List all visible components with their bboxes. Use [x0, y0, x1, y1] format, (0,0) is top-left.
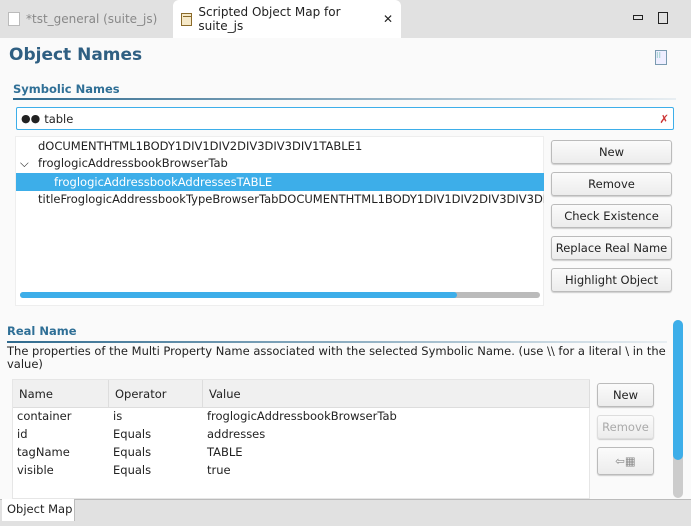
binoculars-icon: ●●	[21, 112, 41, 125]
check-existence-button[interactable]: Check Existence	[551, 204, 672, 228]
tree-item-selected[interactable]: froglogicAddressbookAddressesTABLE	[16, 173, 544, 191]
divider	[13, 98, 676, 100]
picker-icon: ⇦▦	[615, 454, 636, 468]
tab-object-map[interactable]: Scripted Object Map for suite_js ✕	[173, 0, 401, 38]
maximize-button[interactable]	[658, 12, 668, 24]
scrollbar-thumb[interactable]	[20, 292, 457, 298]
minimize-button[interactable]	[633, 15, 643, 20]
tree-item[interactable]: titleFroglogicAddressbookTypeBrowserTabD…	[16, 190, 544, 208]
symbolic-names-heading: Symbolic Names	[13, 82, 120, 96]
vertical-scrollbar[interactable]	[673, 320, 683, 498]
chevron-down-icon[interactable]: ⌵	[20, 154, 38, 172]
table-cell[interactable]: container	[17, 407, 72, 425]
real-name-heading: Real Name	[7, 324, 77, 338]
file-icon	[8, 12, 20, 26]
search-input[interactable]: ●● table ✗	[16, 107, 674, 130]
close-icon[interactable]: ✕	[383, 12, 393, 26]
properties-table: Name Operator Value container is froglogic…	[12, 379, 590, 499]
search-value: table	[44, 111, 74, 126]
symbolic-names-tree: dOCUMENTHTML1BODY1DIV1DIV2DIV3DIV3DIV1TA…	[15, 136, 544, 306]
table-cell[interactable]: addresses	[207, 425, 265, 443]
tab-label: Scripted Object Map for suite_js	[198, 5, 341, 33]
horizontal-scrollbar[interactable]	[20, 292, 540, 298]
highlight-object-button[interactable]: Highlight Object	[551, 268, 672, 292]
table-cell[interactable]: tagName	[17, 443, 70, 461]
new-property-button[interactable]: New	[597, 383, 654, 407]
tab-label: *tst_general (suite_js)	[26, 12, 158, 26]
table-cell[interactable]: Equals	[113, 443, 151, 461]
tree-item-label: froglogicAddressbookBrowserTab	[38, 156, 228, 170]
page-title: Object Names	[9, 45, 143, 65]
table-cell[interactable]: visible	[17, 461, 54, 479]
layout-icon[interactable]: ⁝⁝	[655, 50, 667, 65]
table-cell[interactable]: is	[113, 407, 122, 425]
object-map-icon	[181, 12, 193, 26]
tab-tst-general[interactable]: *tst_general (suite_js)	[0, 0, 165, 38]
table-cell[interactable]: true	[207, 461, 231, 479]
table-cell[interactable]: froglogicAddressbookBrowserTab	[207, 407, 397, 425]
pick-object-button[interactable]: ⇦▦	[597, 447, 654, 475]
table-cell[interactable]: Equals	[113, 425, 151, 443]
table-cell[interactable]: Equals	[113, 461, 151, 479]
remove-button[interactable]: Remove	[551, 172, 672, 196]
clear-search-icon[interactable]: ✗	[659, 112, 669, 126]
tree-item[interactable]: dOCUMENTHTML1BODY1DIV1DIV2DIV3DIV3DIV1TA…	[16, 137, 544, 155]
real-name-description: The properties of the Multi Property Nam…	[7, 344, 666, 371]
replace-real-name-button[interactable]: Replace Real Name	[551, 236, 672, 260]
scrollbar-thumb[interactable]	[673, 320, 683, 460]
divider	[7, 341, 667, 343]
remove-property-button[interactable]: Remove	[597, 415, 654, 439]
column-header-operator[interactable]: Operator	[109, 380, 203, 408]
tab-object-map-page[interactable]: Object Map	[2, 499, 75, 521]
bottom-tab-bar	[0, 499, 691, 526]
table-cell[interactable]: id	[17, 425, 28, 443]
column-header-name[interactable]: Name	[13, 380, 109, 408]
tree-item[interactable]: ⌵ froglogicAddressbookBrowserTab	[16, 154, 544, 172]
table-cell[interactable]: TABLE	[207, 443, 243, 461]
new-button[interactable]: New	[551, 140, 672, 164]
column-header-value[interactable]: Value	[203, 380, 590, 408]
